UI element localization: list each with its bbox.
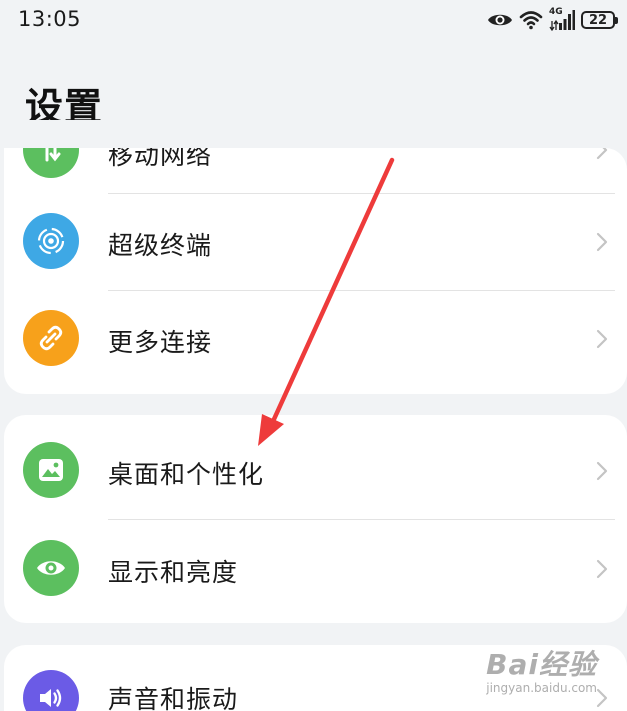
chevron-right-icon [596, 688, 608, 708]
settings-group-connectivity: 移动网络 超级终端 更多连接 [4, 148, 627, 394]
eye-icon [488, 14, 512, 26]
settings-item-label: 移动网络 [108, 148, 213, 170]
chevron-right-icon [596, 329, 608, 349]
chevron-right-icon [596, 461, 608, 481]
mobile-network-icon [23, 148, 79, 178]
status-bar: 13:05 4G 22 [0, 0, 627, 40]
settings-item-more-connections[interactable]: 更多连接 [4, 291, 627, 387]
chevron-right-icon [596, 559, 608, 579]
settings-screen: 13:05 4G 22 设置 移动网络 超级终端 更多连接 桌面和个性化 显示和… [0, 0, 627, 711]
settings-item-mobile-network[interactable]: 移动网络 [4, 148, 627, 198]
chevron-right-icon [596, 148, 608, 160]
battery-level: 22 [588, 12, 608, 28]
settings-item-label: 桌面和个性化 [108, 460, 265, 489]
settings-item-super-device[interactable]: 超级终端 [4, 194, 627, 290]
settings-item-label: 超级终端 [108, 231, 213, 260]
settings-item-home-screen-personalization[interactable]: 桌面和个性化 [4, 422, 627, 518]
settings-group-personalization: 桌面和个性化 显示和亮度 [4, 415, 627, 623]
settings-item-label: 显示和亮度 [108, 558, 239, 587]
settings-item-label: 更多连接 [108, 328, 213, 357]
settings-item-display-brightness[interactable]: 显示和亮度 [4, 520, 627, 616]
link-icon [23, 310, 79, 366]
watermark-url: jingyan.baidu.com [486, 681, 597, 695]
watermark-logo: Bai经验 [486, 648, 597, 681]
wifi-icon [519, 11, 543, 30]
chevron-right-icon [596, 232, 608, 252]
status-icons: 4G 22 [487, 7, 618, 32]
header-background [0, 120, 627, 148]
eye-icon [23, 540, 79, 596]
watermark: Bai经验 jingyan.baidu.com [486, 643, 597, 695]
battery-icon: 22 [581, 11, 618, 29]
wallpaper-icon [23, 442, 79, 498]
cellular-signal-icon: 4G [549, 7, 575, 31]
status-time: 13:05 [18, 7, 82, 31]
speaker-icon [23, 670, 79, 711]
super-device-icon [23, 213, 79, 269]
settings-item-label: 声音和振动 [108, 685, 239, 711]
